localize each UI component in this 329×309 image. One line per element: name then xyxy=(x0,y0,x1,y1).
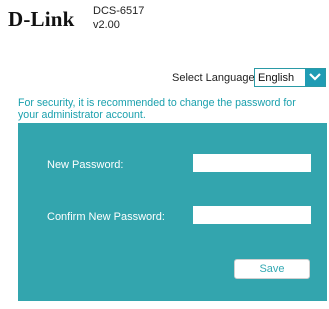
language-select[interactable]: English xyxy=(254,68,326,87)
language-label: Select Language: xyxy=(172,72,258,84)
new-password-input[interactable] xyxy=(193,154,311,172)
dlink-logo: D-Link xyxy=(8,7,75,31)
confirm-password-input[interactable] xyxy=(193,206,311,224)
password-form-panel: New Password: Confirm New Password: Save xyxy=(18,123,327,301)
confirm-password-label: Confirm New Password: xyxy=(47,211,165,223)
security-notice: For security, it is recommended to chang… xyxy=(18,97,296,121)
save-button[interactable]: Save xyxy=(234,259,310,279)
firmware-version: v2.00 xyxy=(93,19,120,31)
chevron-down-icon[interactable] xyxy=(305,69,325,86)
model-name: DCS-6517 xyxy=(93,5,145,17)
language-selected-value: English xyxy=(258,72,295,84)
new-password-label: New Password: xyxy=(47,159,124,171)
password-change-page: D-Link DCS-6517 v2.00 Select Language: E… xyxy=(0,0,329,309)
language-selector-row: Select Language: English xyxy=(0,68,329,88)
model-info: DCS-6517 v2.00 xyxy=(93,4,144,32)
